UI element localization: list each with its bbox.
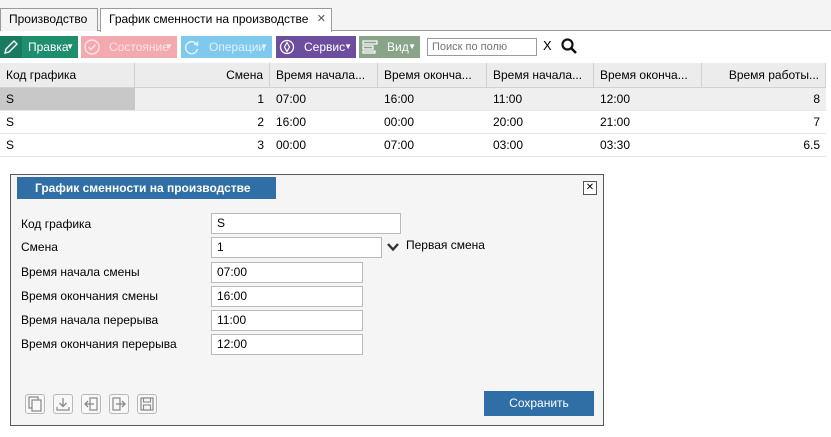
table-cell: 16:00 <box>384 92 415 106</box>
table-cell: 00:00 <box>384 115 415 129</box>
break-start-field[interactable]: 11:00 <box>211 310 363 331</box>
code-label: Код графика <box>21 217 92 231</box>
chevron-down-icon[interactable] <box>385 239 401 255</box>
edit-label: Правка <box>28 40 69 54</box>
column-header[interactable]: Время работы... <box>702 63 826 87</box>
edit-dialog: График сменности на производстве ✕ Код г… <box>10 174 604 426</box>
table-row[interactable]: S 2 16:00 00:00 20:00 21:00 7 <box>0 111 826 134</box>
table-cell: 11:00 <box>493 92 523 106</box>
column-header[interactable]: Время начала... <box>270 63 378 87</box>
toolbar: Правка ▼ Состояние ▼ Операции ▼ Сервис ▼… <box>0 34 831 60</box>
state-menu-button[interactable]: Состояние ▼ <box>81 36 177 58</box>
refresh-icon <box>184 40 199 55</box>
table-row[interactable]: S 3 00:00 07:00 03:00 03:30 6.5 <box>0 134 826 157</box>
column-header[interactable]: Время начала... <box>487 63 594 87</box>
table-cell: 16:00 <box>276 115 307 129</box>
table-header: Код графика Смена Время начала... Время … <box>0 63 826 88</box>
table-cell: 6.5 <box>803 138 820 152</box>
table-cell: S <box>6 138 15 152</box>
tab-label: Производство <box>9 12 88 26</box>
start-label: Время начала смены <box>21 265 140 279</box>
view-label: Вид <box>387 40 409 54</box>
column-header[interactable]: Код графика <box>0 63 135 87</box>
pencil-icon <box>0 36 22 58</box>
shift-select[interactable]: 1 <box>211 237 382 258</box>
break-end-field[interactable]: 12:00 <box>211 334 363 355</box>
table-cell: 7 <box>813 115 820 129</box>
download-icon[interactable] <box>53 394 73 414</box>
table-cell: 12:00 <box>600 92 631 106</box>
break-end-label: Время окончания перерыва <box>21 337 177 351</box>
edit-menu-button[interactable]: Правка ▼ <box>0 36 78 58</box>
table-cell: 2 <box>257 115 264 129</box>
import-icon[interactable] <box>81 394 101 414</box>
table-cell: S <box>0 88 135 110</box>
save-icon[interactable] <box>137 394 157 414</box>
gear-icon <box>279 39 295 55</box>
search-input[interactable] <box>427 38 537 56</box>
close-icon[interactable]: ✕ <box>583 181 597 195</box>
clear-search-button[interactable]: X <box>543 38 552 53</box>
column-header[interactable]: Время оконча... <box>378 63 487 87</box>
dialog-title: График сменности на производстве <box>17 177 276 199</box>
shift-start-field[interactable]: 07:00 <box>211 262 363 283</box>
caret-down-icon: ▼ <box>165 42 173 51</box>
shift-hint: Первая смена <box>406 238 485 252</box>
table-cell: 03:00 <box>493 138 524 152</box>
caret-down-icon: ▼ <box>260 42 268 51</box>
view-menu-button[interactable]: Вид ▼ <box>359 36 420 58</box>
operations-label: Операции <box>209 40 266 54</box>
tab-bar: Производство График сменности на произво… <box>0 0 831 32</box>
close-icon[interactable]: ✕ <box>317 9 326 30</box>
break-start-label: Время начала перерыва <box>21 313 159 327</box>
column-header[interactable]: Время оконча... <box>594 63 702 87</box>
tab-shift-schedule[interactable]: График сменности на производстве ✕ <box>100 8 332 32</box>
end-label: Время окончания смены <box>21 289 159 303</box>
app-root: Производство График сменности на произво… <box>0 0 831 437</box>
table-cell: 07:00 <box>384 138 415 152</box>
export-icon[interactable] <box>109 394 129 414</box>
table-cell: 07:00 <box>276 92 307 106</box>
table-cell: 3 <box>257 138 264 152</box>
table-cell: 00:00 <box>276 138 307 152</box>
caret-down-icon: ▼ <box>408 42 416 51</box>
caret-down-icon: ▼ <box>66 42 74 51</box>
table-cell: 20:00 <box>493 115 524 129</box>
tab-production[interactable]: Производство <box>0 8 98 31</box>
check-circle-icon <box>84 39 100 55</box>
list-view-icon <box>362 40 378 54</box>
service-menu-button[interactable]: Сервис ▼ <box>276 36 356 58</box>
state-label: Состояние <box>109 40 169 54</box>
table-row[interactable]: S 1 07:00 16:00 11:00 12:00 8 <box>0 88 826 111</box>
table-cell: 8 <box>813 92 820 106</box>
column-header[interactable]: Смена <box>135 63 270 87</box>
table-cell: S <box>6 115 15 129</box>
operations-menu-button[interactable]: Операции ▼ <box>181 36 272 58</box>
table-cell: 03:30 <box>600 138 631 152</box>
code-field[interactable]: S <box>211 213 401 234</box>
save-button[interactable]: Сохранить <box>484 391 594 416</box>
table-cell: 21:00 <box>600 115 631 129</box>
search-icon[interactable] <box>560 37 578 55</box>
service-label: Сервис <box>304 40 346 54</box>
shift-end-field[interactable]: 16:00 <box>211 286 363 307</box>
table-cell: 1 <box>257 92 264 106</box>
shift-label: Смена <box>21 240 58 254</box>
copy-icon[interactable] <box>25 394 45 414</box>
caret-down-icon: ▼ <box>344 42 352 51</box>
schedule-table: Код графика Смена Время начала... Время … <box>0 63 826 157</box>
tab-label: График сменности на производстве <box>109 12 309 26</box>
